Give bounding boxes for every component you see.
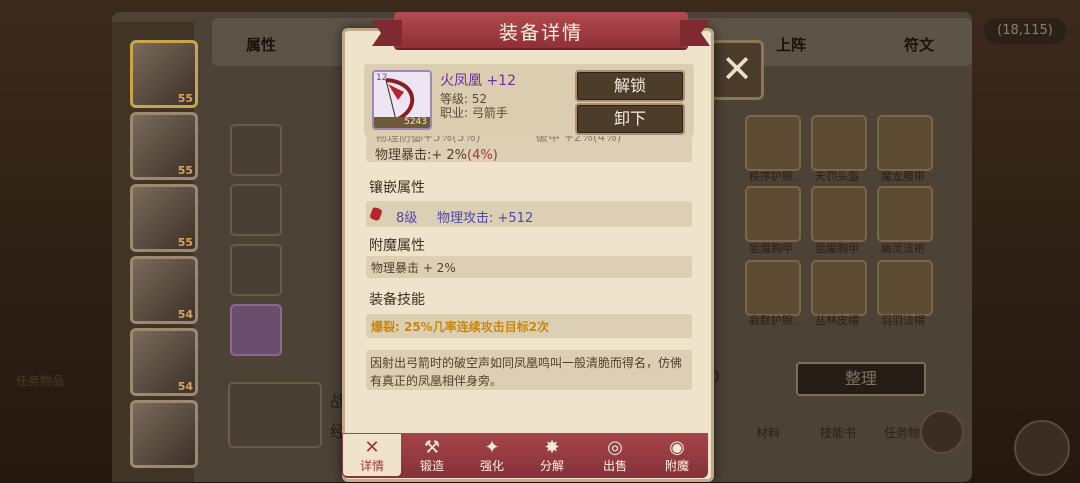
- item-label: 寂默护腕: [749, 314, 793, 327]
- coins-icon: ◎: [607, 437, 623, 458]
- sparkle-icon: ✦: [484, 437, 500, 458]
- crit-stat: 物理暴击:+ 2%(4%): [375, 144, 498, 163]
- item-label: 幽灵法袍: [881, 242, 925, 255]
- sort-button[interactable]: 整理: [796, 362, 926, 396]
- detail-icon: ✕: [364, 437, 380, 458]
- grid-item[interactable]: [745, 260, 801, 316]
- crit-bonus: (4%): [467, 148, 498, 163]
- item-description: 因射出弓箭时的破空声如同凤凰鸣叫一般清脆而得名，仿佛有真正的凤凰相伴身旁。: [370, 356, 683, 388]
- equip-slot[interactable]: [230, 304, 282, 356]
- hero-level: 54: [177, 380, 193, 393]
- item-label: 魔龙腰带: [881, 170, 925, 183]
- equip-slot[interactable]: [230, 244, 282, 296]
- burst-icon: ✸: [544, 437, 560, 458]
- class-label: 职业:: [440, 106, 469, 120]
- modal-title: 装备详情: [498, 22, 583, 44]
- grid-item[interactable]: [877, 186, 933, 242]
- equip-slot[interactable]: [230, 124, 282, 176]
- coordinate-readout: (18,115): [984, 18, 1066, 44]
- tab-dismantle[interactable]: ✸ 分解: [523, 434, 581, 476]
- tab-label: 详情: [359, 459, 384, 473]
- skill-title: 装备技能: [369, 292, 425, 308]
- grid-item[interactable]: [745, 186, 801, 242]
- tab-deploy[interactable]: 上阵: [776, 34, 806, 55]
- tab-label: 出售: [602, 459, 627, 473]
- hero-figure: [228, 382, 322, 448]
- tab-label: 锻造: [419, 459, 444, 473]
- item-label: 狙魔胸甲: [815, 242, 859, 255]
- bow-icon: 12 5243: [372, 70, 432, 130]
- tab-details[interactable]: ✕ 详情: [343, 434, 401, 476]
- unequip-button[interactable]: 卸下: [575, 103, 685, 135]
- hero-level: 55: [177, 236, 193, 249]
- tab-label: 分解: [539, 459, 564, 473]
- enchant-stat: 物理暴击 + 2%: [371, 261, 456, 275]
- tab-attributes[interactable]: 属性: [246, 34, 276, 55]
- action-button[interactable]: [1014, 420, 1070, 476]
- tab-skill-books[interactable]: 技能书: [820, 424, 856, 441]
- eye-icon: ◉: [669, 437, 685, 458]
- tab-sell[interactable]: ◎ 出售: [586, 434, 644, 476]
- inlay-level: 8级: [396, 211, 418, 226]
- item-label: 狙魔胸甲: [749, 242, 793, 255]
- hero-level: 54: [177, 308, 193, 321]
- side-label: 任务物品: [16, 374, 65, 388]
- grid-item[interactable]: [811, 115, 867, 171]
- item-name: 火凤凰 +12: [440, 73, 516, 89]
- item-label: 丛林皮帽: [815, 314, 859, 327]
- return-arrow-icon[interactable]: [920, 410, 964, 454]
- class-value: 弓箭手: [471, 106, 508, 120]
- item-power: 5243: [374, 117, 430, 128]
- item-quantity: 12: [376, 73, 388, 83]
- anvil-icon: ⚒: [423, 437, 441, 458]
- hero-level: 55: [177, 92, 193, 105]
- tab-label: 强化: [479, 459, 504, 473]
- hero-portrait[interactable]: [130, 400, 198, 468]
- equip-slot[interactable]: [230, 184, 282, 236]
- hero-portrait[interactable]: 55: [130, 112, 198, 180]
- inlay-stat: 物理攻击: +512: [437, 211, 534, 226]
- skill-text: 爆裂: 25%几率连续攻击目标2次: [371, 320, 550, 334]
- hero-level: 55: [177, 164, 193, 177]
- tab-materials[interactable]: 材料: [756, 424, 780, 441]
- hero-portrait[interactable]: 55: [130, 184, 198, 252]
- tab-forge[interactable]: ⚒ 锻造: [403, 434, 461, 476]
- tab-enchant[interactable]: ◉ 附魔: [648, 434, 706, 476]
- item-label: 秩序护腕: [749, 170, 793, 183]
- tab-runes[interactable]: 符文: [904, 34, 934, 55]
- grid-item[interactable]: [877, 115, 933, 171]
- title-ribbon: 装备详情: [394, 12, 688, 48]
- inlay-title: 镶嵌属性: [369, 180, 425, 196]
- hero-portrait[interactable]: 54: [130, 256, 198, 324]
- item-class: 职业: 弓箭手: [440, 104, 508, 121]
- grid-item[interactable]: [811, 260, 867, 316]
- close-button[interactable]: ✕: [710, 40, 764, 100]
- hero-portrait[interactable]: 55: [130, 40, 198, 108]
- grid-item[interactable]: [877, 260, 933, 316]
- hero-portrait[interactable]: 54: [130, 328, 198, 396]
- grid-item[interactable]: [811, 186, 867, 242]
- unlock-button[interactable]: 解锁: [575, 70, 685, 102]
- tab-label: 附魔: [664, 459, 689, 473]
- crit-value: 物理暴击:+ 2%: [375, 148, 468, 163]
- item-label: 羽羽法帽: [881, 314, 925, 327]
- enchant-title: 附魔属性: [369, 238, 425, 254]
- grid-item[interactable]: [745, 115, 801, 171]
- item-label: 天罚头盔: [815, 170, 859, 183]
- tab-enhance[interactable]: ✦ 强化: [463, 434, 521, 476]
